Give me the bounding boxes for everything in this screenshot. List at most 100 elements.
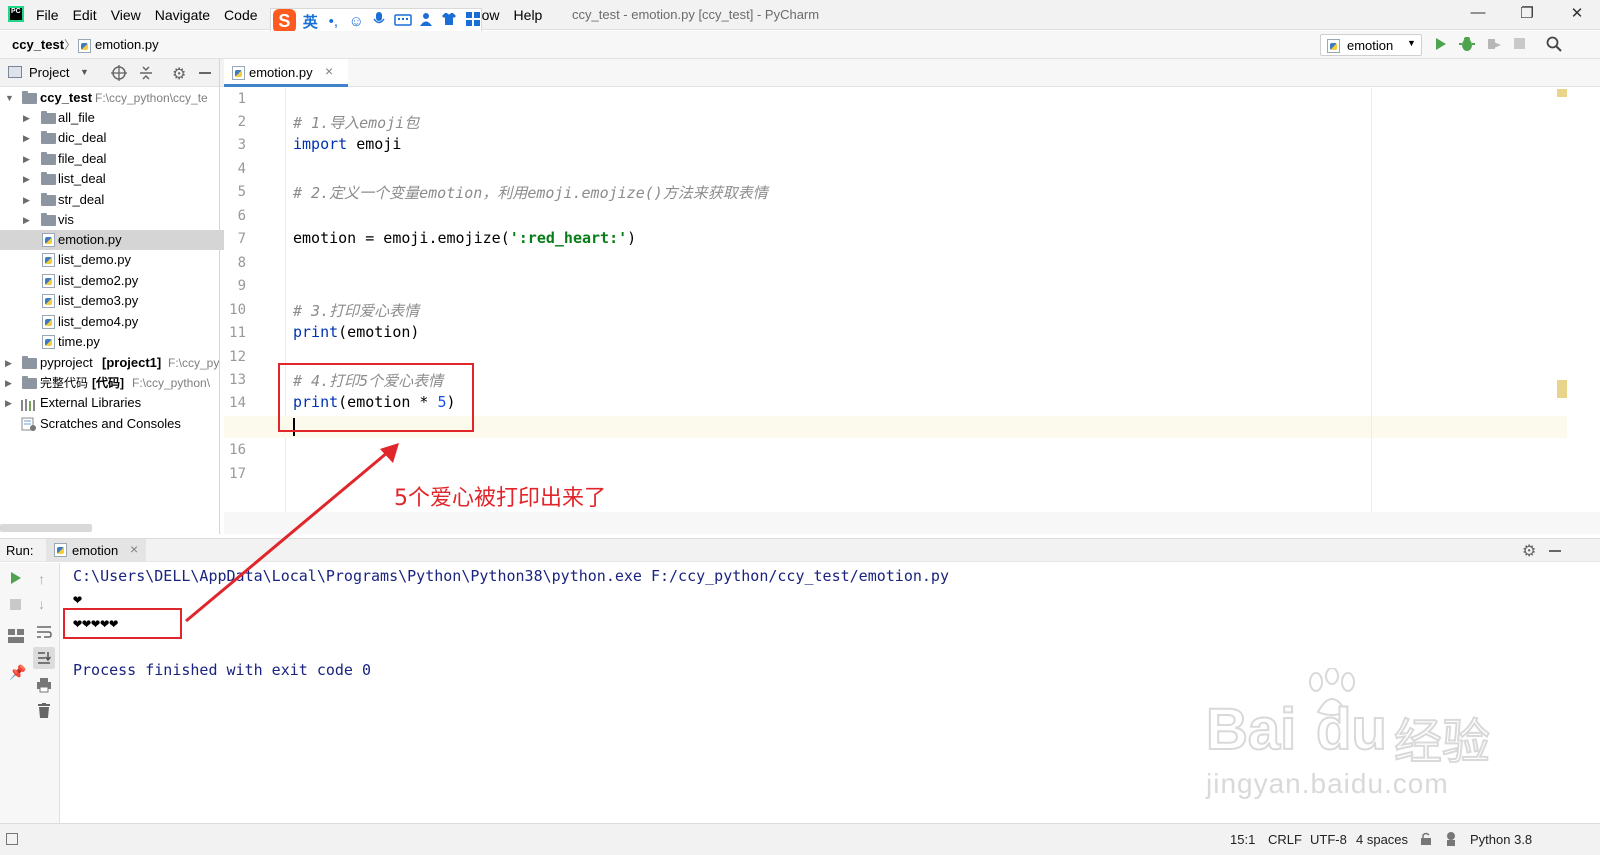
toolbox-icon[interactable] bbox=[464, 12, 481, 30]
menu-file[interactable]: File bbox=[36, 7, 59, 23]
project-view-icon bbox=[8, 66, 22, 78]
tree-folder[interactable]: ▶ all_file bbox=[0, 108, 224, 128]
tree-file[interactable]: list_demo4.py bbox=[0, 312, 224, 332]
print-icon[interactable] bbox=[36, 677, 52, 696]
minimize-button[interactable]: — bbox=[1463, 4, 1493, 26]
code-token: (emotion) bbox=[338, 323, 420, 341]
run-toolbar: 📌 ↑ ↓ bbox=[0, 563, 60, 823]
highlight-box-code bbox=[278, 363, 474, 432]
layout-toggle-icon[interactable] bbox=[6, 833, 18, 845]
tree-file-label: list_demo2.py bbox=[58, 273, 139, 288]
tree-folder[interactable]: ▶ file_deal bbox=[0, 149, 224, 169]
python-file-icon bbox=[42, 233, 55, 247]
arrow-down-icon[interactable]: ↓ bbox=[38, 596, 45, 612]
tree-root[interactable]: ▼ ccy_test F:\ccy_python\ccy_te bbox=[0, 88, 224, 108]
status-caret-position[interactable]: 15:1 bbox=[1230, 832, 1255, 847]
trash-icon[interactable] bbox=[38, 703, 50, 721]
menu-window[interactable]: ow bbox=[482, 7, 500, 23]
menu-help[interactable]: Help bbox=[514, 7, 543, 23]
breadcrumb-project[interactable]: ccy_test bbox=[12, 37, 64, 52]
menu-navigate[interactable]: Navigate bbox=[155, 7, 210, 23]
tree-folder[interactable]: ▶ str_deal bbox=[0, 190, 224, 210]
tree-folder[interactable]: ▶ vis bbox=[0, 210, 224, 230]
tree-file-label: emotion.py bbox=[58, 232, 122, 247]
user-icon[interactable] bbox=[418, 12, 435, 30]
lock-icon[interactable] bbox=[1420, 832, 1432, 849]
inspector-icon[interactable] bbox=[1444, 831, 1458, 850]
tree-file[interactable]: time.py bbox=[0, 332, 224, 352]
status-indent[interactable]: 4 spaces bbox=[1356, 832, 1408, 847]
coverage-icon[interactable] bbox=[1486, 36, 1502, 55]
stop-icon[interactable] bbox=[1514, 38, 1525, 49]
menu-code[interactable]: Code bbox=[224, 7, 257, 23]
tree-file[interactable]: list_demo.py bbox=[0, 250, 224, 270]
search-icon[interactable] bbox=[1546, 36, 1562, 55]
rerun-icon[interactable] bbox=[10, 571, 22, 588]
python-file-icon bbox=[78, 39, 91, 53]
locate-icon[interactable] bbox=[111, 65, 127, 84]
tree-folder[interactable]: ▶ dic_deal bbox=[0, 128, 224, 148]
run-tab-emotion[interactable]: emotion × bbox=[46, 539, 146, 562]
python-file-icon bbox=[42, 274, 55, 288]
line-number: 7 bbox=[237, 231, 246, 247]
restore-button[interactable]: ❐ bbox=[1512, 4, 1542, 26]
builtin-token: print bbox=[293, 323, 339, 341]
tree-file[interactable]: list_demo2.py bbox=[0, 271, 224, 291]
microphone-icon[interactable] bbox=[371, 11, 388, 31]
tree-root-path: F:\ccy_py bbox=[168, 356, 220, 370]
tree-project-root[interactable]: ▶ 完整代码 [代码] F:\ccy_python\ bbox=[0, 373, 224, 393]
hide-icon[interactable] bbox=[199, 72, 211, 74]
menu-edit[interactable]: Edit bbox=[73, 7, 97, 23]
soft-wrap-icon[interactable] bbox=[36, 625, 52, 642]
menu-view[interactable]: View bbox=[111, 7, 141, 23]
hide-icon[interactable] bbox=[1549, 550, 1561, 552]
tree-scratches[interactable]: Scratches and Consoles bbox=[0, 414, 224, 434]
stop-icon[interactable] bbox=[10, 599, 21, 610]
status-interpreter[interactable]: Python 3.8 bbox=[1470, 832, 1532, 847]
inspection-marker[interactable] bbox=[1557, 89, 1567, 97]
emoji-icon[interactable]: ☺ bbox=[348, 13, 365, 30]
close-button[interactable]: ✕ bbox=[1562, 4, 1592, 26]
tree-file-selected[interactable]: emotion.py bbox=[0, 230, 224, 250]
tree-file[interactable]: list_demo3.py bbox=[0, 291, 224, 311]
code-line-11: print(emotion) bbox=[293, 323, 419, 341]
run-config-select[interactable]: emotion ▼ bbox=[1320, 34, 1422, 56]
keyboard-icon[interactable] bbox=[394, 13, 412, 30]
tree-item-label: Scratches and Consoles bbox=[40, 416, 181, 431]
line-number: 1 bbox=[237, 91, 246, 107]
arrow-up-icon[interactable]: ↑ bbox=[38, 571, 45, 587]
pin-icon[interactable]: 📌 bbox=[9, 664, 26, 681]
code-editor[interactable]: # 1.导入emoji包 import emoji # 2.定义一个变量emot… bbox=[224, 88, 1600, 512]
horizontal-scrollbar[interactable] bbox=[0, 524, 92, 532]
navigation-bar: ccy_test 〉 emotion.py emotion ▼ bbox=[0, 31, 1600, 59]
gear-icon[interactable]: ⚙ bbox=[172, 64, 186, 84]
scroll-to-end-icon[interactable] bbox=[33, 647, 55, 669]
line-number: 3 bbox=[237, 137, 246, 153]
scroll-marker[interactable] bbox=[1557, 380, 1567, 398]
tree-project-root[interactable]: ▶ pyproject [project1] F:\ccy_py bbox=[0, 353, 224, 373]
code-token: ) bbox=[627, 229, 637, 247]
tab-close-icon[interactable]: × bbox=[325, 63, 333, 79]
tab-emotion-py[interactable]: emotion.py × bbox=[224, 59, 348, 87]
tree-file-label: list_demo.py bbox=[58, 252, 131, 267]
highlight-box-output bbox=[63, 608, 182, 639]
run-icon[interactable] bbox=[1435, 37, 1447, 54]
run-tab-close-icon[interactable]: × bbox=[130, 541, 138, 557]
skin-icon[interactable] bbox=[441, 12, 458, 30]
punctuation-icon[interactable]: •, bbox=[325, 13, 342, 30]
run-label: Run: bbox=[6, 543, 34, 558]
breadcrumb-file[interactable]: emotion.py bbox=[95, 37, 159, 52]
debug-icon[interactable] bbox=[1459, 36, 1475, 55]
sogou-logo-icon[interactable]: S bbox=[273, 9, 296, 33]
status-line-separator[interactable]: CRLF bbox=[1268, 832, 1302, 847]
tree-item-label: External Libraries bbox=[40, 395, 142, 410]
chevron-down-icon[interactable]: ▼ bbox=[80, 67, 89, 77]
tree-external-libraries[interactable]: ▶ External Libraries bbox=[0, 393, 224, 413]
layout-icon[interactable] bbox=[8, 629, 24, 646]
project-view-select[interactable]: Project bbox=[29, 65, 69, 80]
ime-lang-toggle[interactable]: 英 bbox=[302, 11, 319, 32]
tree-folder[interactable]: ▶ list_deal bbox=[0, 169, 224, 189]
collapse-all-icon[interactable] bbox=[139, 65, 153, 84]
gear-icon[interactable]: ⚙ bbox=[1522, 541, 1536, 561]
status-encoding[interactable]: UTF-8 bbox=[1310, 832, 1347, 847]
